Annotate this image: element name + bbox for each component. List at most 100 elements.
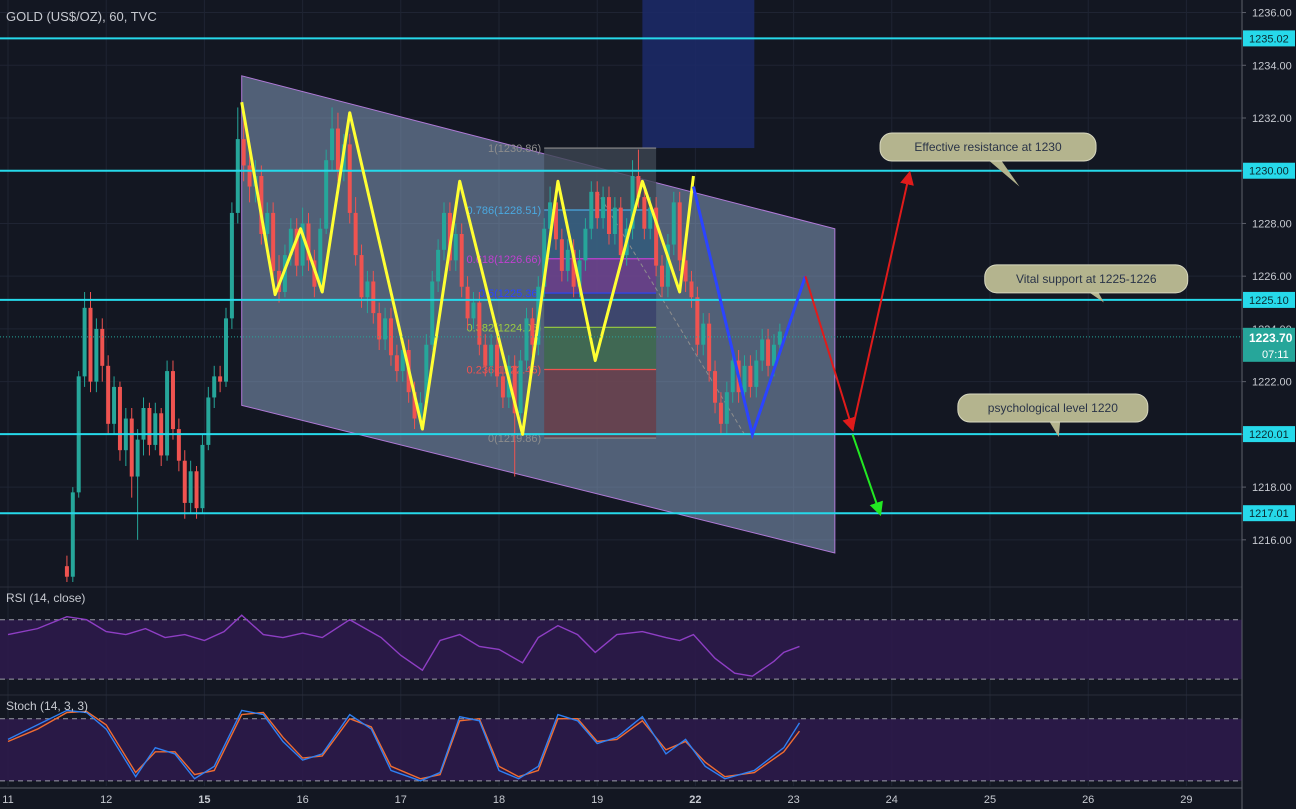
candle-body — [200, 444, 205, 509]
fib-band — [544, 369, 657, 439]
time-tick-label: 29 — [1180, 794, 1192, 806]
candle-body — [471, 302, 476, 319]
candle-body — [612, 207, 617, 234]
candle-body — [347, 144, 352, 213]
candle-body — [106, 365, 111, 424]
time-tick-label: 17 — [395, 794, 407, 806]
candle-body — [117, 386, 122, 451]
time-tick-label: 11 — [2, 794, 13, 806]
pane-title: Stoch (14, 3, 3) — [6, 699, 88, 713]
level-price-tag-text: 1225.10 — [1249, 295, 1289, 307]
candle-body — [330, 128, 335, 161]
candle-body — [353, 212, 358, 256]
price-chart[interactable]: 1(1230.86)0.786(1228.51)0.618(1226.66)0.… — [0, 0, 1296, 809]
candle-body — [565, 249, 570, 271]
candle-body — [707, 323, 712, 372]
candle-body — [489, 344, 494, 366]
candle-body — [606, 197, 611, 234]
candle-body — [618, 207, 623, 256]
time-tick-label: 24 — [886, 794, 898, 806]
candle-body — [453, 234, 458, 261]
time-tick-label: 18 — [493, 794, 505, 806]
candle-body — [194, 471, 199, 509]
candle-body — [359, 255, 364, 298]
candle-body — [430, 281, 435, 345]
candle-body — [695, 297, 700, 345]
price-tick-label: 1226.00 — [1252, 271, 1292, 283]
candle-body — [689, 281, 694, 298]
callout-text: Effective resistance at 1230 — [914, 140, 1062, 154]
candle-body — [465, 286, 470, 319]
session-column — [642, 0, 755, 149]
candle-body — [724, 392, 729, 424]
candle-body — [377, 313, 382, 340]
level-price-tag-text: 1230.00 — [1249, 166, 1289, 178]
candle-body — [241, 139, 246, 166]
candle-body — [459, 234, 464, 287]
highlight-session — [642, 0, 755, 149]
candle-body — [524, 318, 529, 361]
candle-body — [64, 566, 69, 577]
candle-body — [82, 307, 87, 377]
candle-body — [394, 355, 399, 372]
candle-body — [777, 331, 782, 345]
candle-body — [271, 212, 276, 271]
time-tick-label: 23 — [787, 794, 799, 806]
price-tick-label: 1216.00 — [1252, 535, 1292, 547]
time-tick-label: 25 — [984, 794, 996, 806]
candle-body — [589, 191, 594, 229]
candle-body — [206, 397, 211, 445]
candle-body — [742, 365, 747, 393]
candle-body — [371, 281, 376, 314]
candle-body — [265, 212, 270, 234]
candle-body — [730, 360, 735, 393]
candle-body — [595, 191, 600, 219]
candle-body — [88, 307, 93, 382]
candle-body — [218, 376, 223, 382]
candle-body — [477, 302, 482, 345]
candle-body — [748, 365, 753, 387]
candle-body — [559, 239, 564, 271]
candle-body — [760, 339, 765, 361]
candle-body — [530, 318, 535, 345]
candle-body — [383, 318, 388, 340]
pane-band — [0, 718, 1242, 781]
candle-body — [671, 202, 676, 245]
time-tick-label: 15 — [198, 794, 210, 806]
candle-body — [153, 413, 158, 445]
time-tick-label: 26 — [1082, 794, 1094, 806]
pane-title: RSI (14, close) — [6, 591, 85, 605]
fib-band — [544, 293, 657, 328]
candle-body — [518, 360, 523, 414]
candle-body — [442, 212, 447, 250]
candle-body — [677, 202, 682, 261]
candle-body — [766, 339, 771, 366]
candle-body — [483, 344, 488, 366]
pane-band — [0, 619, 1242, 680]
level-price-tag-text: 1217.01 — [1249, 508, 1289, 520]
current-price-text: 1223.70 — [1249, 331, 1293, 345]
candle-body — [642, 197, 647, 229]
candle-body — [718, 402, 723, 424]
candle-body — [247, 165, 252, 187]
fib-level-label: 0.786(1228.51) — [467, 205, 542, 217]
price-tick-label: 1222.00 — [1252, 377, 1292, 389]
candle-body — [188, 471, 193, 503]
fib-band — [544, 327, 657, 370]
callout-text: Vital support at 1225-1226 — [1016, 272, 1157, 286]
candle-body — [182, 460, 187, 503]
time-tick-label: 16 — [296, 794, 308, 806]
candle-body — [601, 197, 606, 219]
countdown-text: 07:11 — [1262, 349, 1289, 361]
time-tick-label: 22 — [689, 794, 701, 806]
candle-body — [713, 371, 718, 403]
candle-body — [129, 418, 134, 477]
candle-body — [224, 318, 229, 382]
candle-body — [500, 376, 505, 398]
candle-body — [165, 371, 170, 456]
candle-body — [495, 344, 500, 377]
candle-body — [701, 323, 706, 345]
symbol-title: GOLD (US$/OZ), 60, TVC — [6, 9, 157, 24]
candle-body — [660, 265, 665, 287]
candle-body — [135, 439, 140, 477]
